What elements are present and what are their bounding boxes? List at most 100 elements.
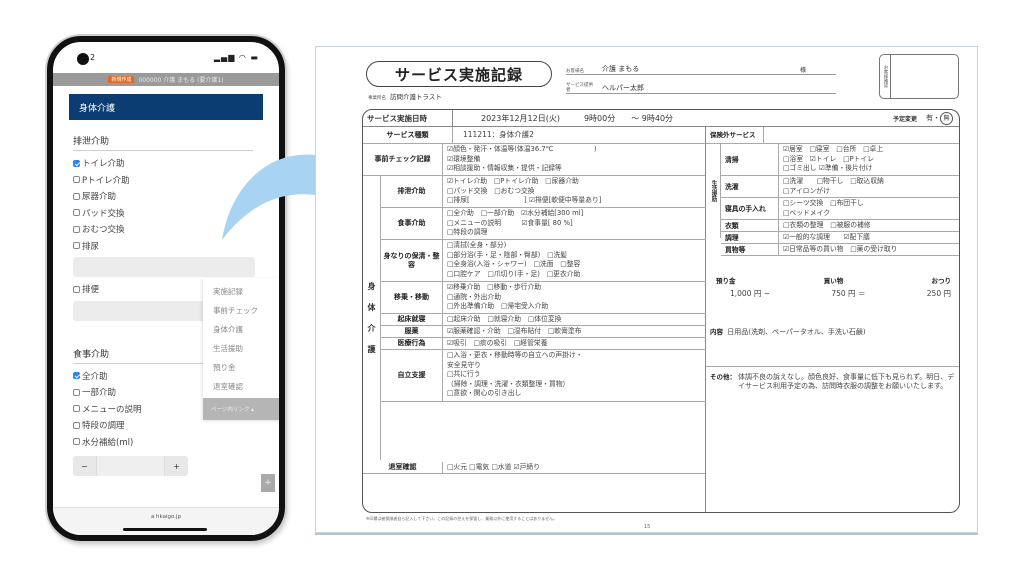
row-values: □洗濯 □物干し □取込収納 □アイロンがけ bbox=[779, 176, 959, 197]
menu-item-body-care[interactable]: 身体介護 bbox=[203, 320, 279, 339]
plus-icon[interactable]: + bbox=[173, 462, 180, 471]
table-row: 移乗・移動 ☑移乗介助 □移動・歩行介助 □通院・外出介助 □外出準備介助 □帰… bbox=[381, 282, 706, 314]
menu-item-deposit[interactable]: 預り金 bbox=[203, 358, 279, 377]
checkbox-icon[interactable] bbox=[73, 225, 80, 233]
money-labels: 預り金 買い物 おつり bbox=[716, 275, 951, 285]
checkbox-icon[interactable] bbox=[73, 438, 80, 446]
menu-item-life-support[interactable]: 生活援助 bbox=[203, 339, 279, 358]
deposit-summary: 預り金 買い物 おつり 1,000 円 − 750 円 ＝ 250 円 bbox=[706, 269, 959, 319]
urination-note-input[interactable] bbox=[73, 257, 255, 277]
checkbox-icon[interactable] bbox=[73, 388, 80, 396]
row-line: □排尿[ ] ☑排便[軟便中等量あり] bbox=[447, 196, 602, 205]
change-value: 250 円 bbox=[926, 289, 951, 298]
contents-value: 日用品(洗剤、ペーパータオル、手洗い石鹸) bbox=[727, 328, 866, 336]
table-row: 退室確認 □火元 □電気 □水道 ☑戸締り bbox=[363, 462, 705, 474]
checkbox-icon[interactable] bbox=[73, 192, 80, 200]
table-row: 衣類 □衣類の整理 □被服の補修 bbox=[721, 220, 959, 232]
plus-icon[interactable]: + bbox=[261, 474, 275, 492]
row-values: ☑吸引 □痰の吸引 □経管栄養 bbox=[443, 338, 706, 349]
status-badge: 新規作成 bbox=[108, 76, 135, 83]
body-care-table: サービス種類 111211：身体介護2 事前チェック記録 ☑顔色・発汗・体温等(… bbox=[363, 127, 706, 512]
row-values: ☑顔色・発汗・体温等(体温36.7℃ ) ☑環境整備 ☑相談援助・情報収集・提供… bbox=[443, 144, 705, 175]
checkbox-icon[interactable] bbox=[73, 285, 80, 293]
checkbox-checked-icon[interactable] bbox=[73, 159, 80, 167]
row-values: □火元 □電気 □水道 ☑戸締り bbox=[443, 462, 705, 473]
insurance-ext-value bbox=[764, 127, 959, 143]
row-line: □洗濯 □物干し □取込収納 bbox=[783, 177, 884, 185]
life-support-vertical-label: 生活援助 bbox=[706, 144, 721, 238]
user-bar: 新規作成 000000 介護 まもる (要介護1) bbox=[53, 73, 279, 86]
row-values: □清拭(全身・部分) □部分浴(手・足・陰部・臀部) □洗髪 □全身浴(入浴・シ… bbox=[443, 240, 706, 281]
change-label: おつり bbox=[931, 277, 952, 285]
row-values: □起床介助 □就寝介助 □体位変換 bbox=[443, 314, 706, 325]
row-label: 事前チェック記録 bbox=[363, 144, 443, 175]
row-values: ☑一般的な調理 ☑配下膳 bbox=[779, 232, 959, 243]
checkbox-label: おむつ交換 bbox=[82, 225, 125, 236]
checkbox-icon[interactable] bbox=[73, 242, 80, 250]
checkbox-label: パッド交換 bbox=[82, 208, 125, 219]
datetime-label: サービス実施日時 bbox=[363, 110, 453, 126]
checkbox-checked-icon[interactable] bbox=[73, 372, 80, 380]
row-label: 食事介助 bbox=[381, 208, 443, 239]
menu-item-precheck[interactable]: 事前チェック bbox=[203, 301, 279, 320]
row-values: □衣類の整理 □被服の補修 bbox=[779, 220, 959, 231]
row-line: □ベッドメイク bbox=[783, 208, 831, 217]
checkbox-label: Pトイレ介助 bbox=[82, 175, 130, 186]
page-link-menu: 実施記録 事前チェック 身体介護 生活援助 預り金 退室確認 ページ内リンク ▴ bbox=[203, 278, 279, 420]
client-value: 介護 まもる bbox=[602, 65, 640, 73]
service-type-value: 111211：身体介護2 bbox=[463, 130, 534, 140]
contents-label: 内容 bbox=[710, 328, 723, 336]
home-indicator bbox=[123, 528, 207, 531]
row-line: □意欲・関心の引き出し bbox=[447, 389, 522, 398]
stepper-value-input[interactable] bbox=[95, 456, 166, 476]
status-bar: 2 ▂▄▆ ◠ ▬ bbox=[53, 42, 279, 72]
row-line: □パッド交換 □おむつ交換 bbox=[447, 186, 535, 195]
checkbox-icon[interactable] bbox=[73, 209, 80, 217]
row-label: 自立支援 bbox=[381, 350, 443, 401]
checkbox-hydration[interactable]: 水分補給(ml) bbox=[73, 434, 279, 451]
row-line: □入浴・更衣・移動時等の自立への声掛け・ bbox=[447, 351, 583, 359]
client-label: お客様名 bbox=[566, 69, 584, 74]
menu-item-exit-check[interactable]: 退室確認 bbox=[203, 377, 279, 396]
row-line: ☑服薬確認・介助 □湿布貼付 □軟膏塗布 bbox=[447, 327, 582, 335]
row-line: □共に行う bbox=[447, 370, 481, 379]
service-date: 2023年12月12日(火) bbox=[481, 113, 560, 123]
insurance-ext-label: 保険外サービス bbox=[706, 127, 764, 143]
office-value: 訪問介護トラスト bbox=[390, 93, 442, 101]
page-link-button[interactable]: ページ内リンク ▴ bbox=[203, 398, 279, 420]
checkbox-label: 尿器介助 bbox=[82, 192, 117, 203]
schedule-change-value: 有・無 bbox=[926, 111, 953, 125]
vertical-char: 体 bbox=[367, 303, 376, 312]
row-label: 清掃 bbox=[721, 144, 779, 175]
schedule-change-label: 予定変更 bbox=[892, 115, 917, 123]
checkbox-icon[interactable] bbox=[73, 176, 80, 184]
table-row: 身なりの保清・整容 □清拭(全身・部分) □部分浴(手・足・陰部・臀部) □洗髪… bbox=[381, 240, 706, 282]
client-confirmation-stamp-box: お客様確認 bbox=[879, 54, 959, 99]
service-type-row: サービス種類 111211：身体介護2 bbox=[363, 127, 705, 144]
row-label: 起床就寝 bbox=[381, 314, 443, 325]
row-label: 排泄介助 bbox=[381, 176, 443, 207]
row-values: ☑服薬確認・介助 □湿布貼付 □軟膏塗布 bbox=[443, 326, 706, 337]
row-label: 買物等 bbox=[721, 244, 779, 255]
start-time: 9時00分 bbox=[583, 113, 616, 123]
table-row: 医療行為 ☑吸引 □痰の吸引 □経管栄養 bbox=[381, 338, 706, 350]
minus-icon[interactable]: − bbox=[81, 462, 88, 471]
checkbox-label: 一部介助 bbox=[82, 388, 117, 399]
menu-item-record[interactable]: 実施記録 bbox=[203, 282, 279, 301]
hydration-stepper[interactable]: − + bbox=[73, 456, 188, 476]
row-label: 衣類 bbox=[721, 220, 779, 231]
schedule-change-selected: 無 bbox=[940, 111, 953, 125]
checkbox-label: トイレ介助 bbox=[82, 159, 125, 170]
smartphone-mockup: 2 ▂▄▆ ◠ ▬ 新規作成 000000 介護 まもる (要介護1) 身体介護… bbox=[47, 36, 285, 541]
url-bar[interactable]: a hkaigo.jp bbox=[53, 507, 279, 535]
checkbox-icon[interactable] bbox=[73, 405, 80, 413]
checkbox-icon[interactable] bbox=[73, 421, 80, 429]
row-label: 洗濯 bbox=[721, 176, 779, 197]
row-line: ☑相談援助・情報収集・提供・記録等 bbox=[447, 164, 562, 173]
end-time: 〜 9時40分 bbox=[631, 113, 674, 123]
other-value: 体調不良の訴えなし。顔色良好、食事量に低下も見られず。明日、デイサービス利用予定… bbox=[738, 373, 955, 390]
row-line: □外出準備介助 □帰宅受入介助 bbox=[447, 302, 549, 311]
url-text: a hkaigo.jp bbox=[150, 514, 182, 520]
row-line: □口腔ケア □爪切り(手・足) □更衣介助 bbox=[447, 269, 581, 278]
row-label: 身なりの保清・整容 bbox=[381, 240, 443, 281]
